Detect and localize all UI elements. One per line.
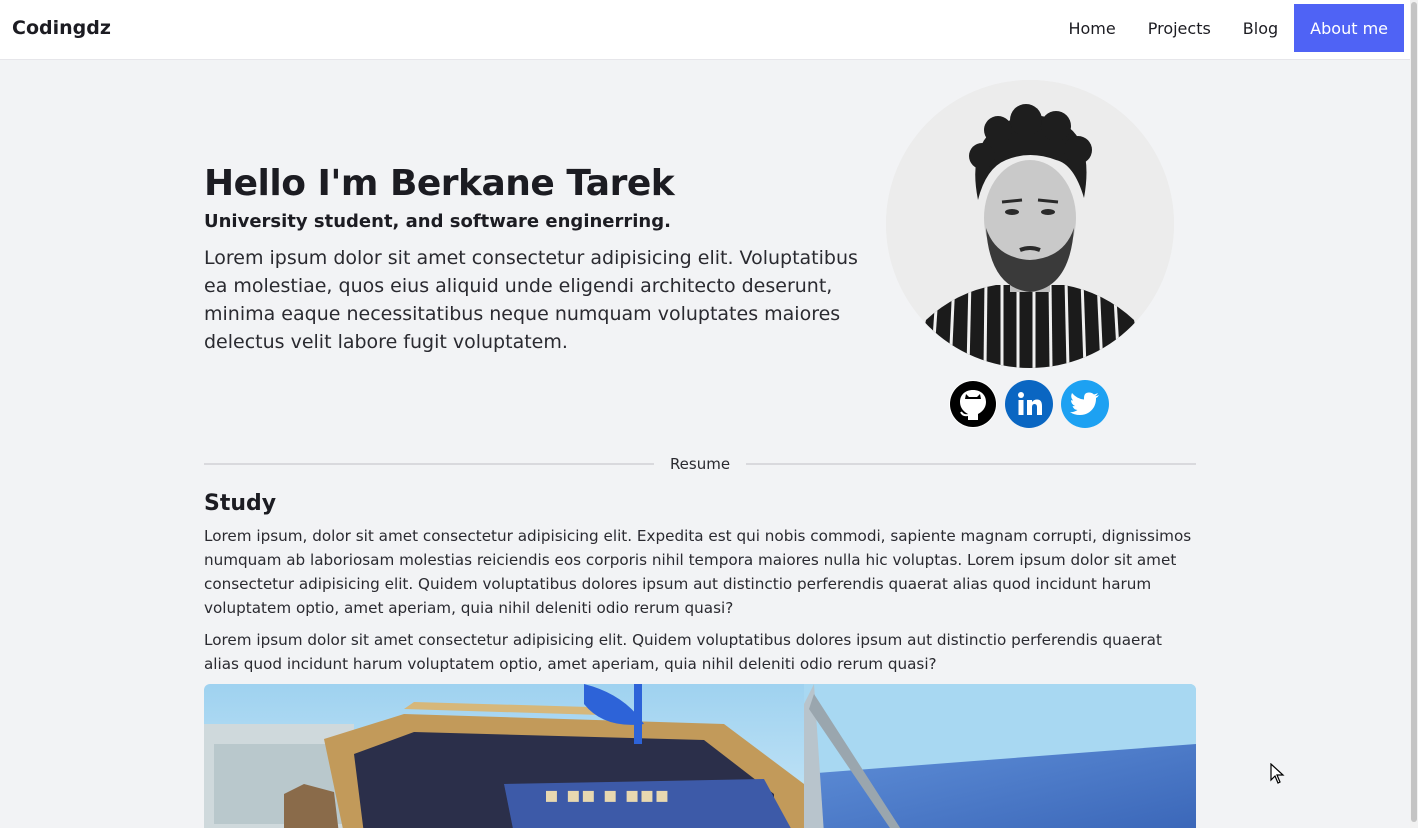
study-paragraph: Lorem ipsum, dolor sit amet consectetur … — [204, 527, 1192, 617]
github-link[interactable] — [949, 380, 997, 428]
twitter-link[interactable] — [1061, 380, 1109, 428]
nav-about-link[interactable]: About me — [1294, 4, 1404, 52]
nav-projects-link[interactable]: Projects — [1132, 4, 1227, 52]
linkedin-icon — [1018, 392, 1042, 415]
scrollbar-thumb[interactable] — [1411, 2, 1417, 822]
hero-subtitle: University student, and software enginer… — [204, 211, 671, 232]
nav-blog-link[interactable]: Blog — [1227, 4, 1294, 52]
twitter-icon — [1070, 392, 1099, 415]
resume-divider: Resume — [204, 454, 1197, 474]
hero-title: Hello I'm Berkane Tarek — [204, 163, 675, 204]
divider-line-left — [204, 463, 654, 465]
navbar: Codingdz Home Projects Blog About me — [0, 0, 1410, 60]
divider-line-right — [746, 463, 1197, 465]
linkedin-link[interactable] — [1005, 380, 1053, 428]
brand-logo[interactable]: Codingdz — [12, 17, 111, 39]
resume-label: Resume — [669, 455, 731, 473]
github-icon — [950, 381, 996, 427]
hero-description: Lorem ipsum dolor sit amet consectetur a… — [204, 247, 858, 353]
svg-text:▪ ▪▪ ▪ ▪▪▪: ▪ ▪▪ ▪ ▪▪▪ — [544, 783, 669, 808]
university-photo: ▪ ▪▪ ▪ ▪▪▪ — [204, 684, 1196, 828]
study-heading: Study — [204, 491, 277, 516]
social-links — [949, 380, 1109, 428]
study-paragraph: Lorem ipsum dolor sit amet consectetur a… — [204, 631, 1162, 673]
nav-links: Home Projects Blog About me — [1052, 4, 1404, 52]
nav-home-link[interactable]: Home — [1052, 4, 1131, 52]
page-scrollbar[interactable] — [1410, 0, 1418, 828]
profile-avatar — [886, 80, 1174, 368]
mouse-cursor-icon — [1270, 763, 1285, 784]
